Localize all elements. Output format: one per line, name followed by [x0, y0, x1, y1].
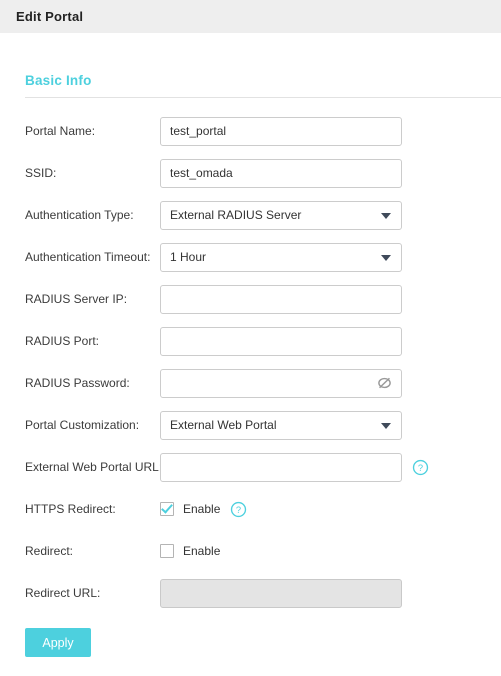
label-https-redirect: HTTPS Redirect:	[25, 502, 116, 516]
row-portal-customization: Portal Customization: External Web Porta…	[0, 404, 501, 446]
row-external-web-portal-url: External Web Portal URL: ?	[0, 446, 501, 488]
redirect-checkbox[interactable]	[160, 544, 174, 558]
radius-server-ip-input[interactable]	[160, 284, 402, 314]
row-redirect-url: Redirect URL:	[0, 572, 501, 614]
svg-text:?: ?	[236, 505, 241, 515]
label-authentication-timeout: Authentication Timeout:	[25, 250, 151, 264]
portal-customization-select[interactable]: External Web Portal	[160, 410, 402, 440]
row-radius-server-ip: RADIUS Server IP:	[0, 278, 501, 320]
portal-name-input[interactable]: test_portal	[160, 116, 402, 146]
help-icon[interactable]: ?	[230, 501, 247, 518]
row-ssid: SSID: test_omada	[0, 152, 501, 194]
dialog-title: Edit Portal	[16, 9, 84, 24]
label-redirect-url: Redirect URL:	[25, 586, 101, 600]
label-radius-server-ip: RADIUS Server IP:	[25, 292, 128, 306]
chevron-down-icon	[381, 423, 391, 429]
control-external-web-portal-url	[160, 452, 402, 482]
dialog-titlebar: Edit Portal	[0, 0, 501, 33]
authentication-type-value: External RADIUS Server	[170, 208, 302, 222]
authentication-type-select[interactable]: External RADIUS Server	[160, 200, 402, 230]
redirect-checkbox-label: Enable	[183, 544, 221, 558]
section-heading-basic-info: Basic Info	[25, 73, 92, 88]
control-portal-customization: External Web Portal	[160, 410, 402, 440]
section-divider	[25, 97, 501, 98]
portal-customization-value: External Web Portal	[170, 418, 277, 432]
https-redirect-checkbox-group: Enable ?	[160, 501, 247, 518]
control-portal-name: test_portal	[160, 116, 402, 146]
form-actions: Apply	[0, 628, 501, 657]
external-web-portal-url-input[interactable]	[160, 452, 402, 482]
control-authentication-type: External RADIUS Server	[160, 200, 402, 230]
row-portal-name: Portal Name: test_portal	[0, 110, 501, 152]
apply-button[interactable]: Apply	[25, 628, 91, 657]
radius-port-input[interactable]	[160, 326, 402, 356]
ssid-input[interactable]: test_omada	[160, 158, 402, 188]
row-redirect: Redirect: Enable	[0, 530, 501, 572]
help-icon[interactable]: ?	[412, 459, 429, 476]
label-portal-customization: Portal Customization:	[25, 418, 140, 432]
authentication-timeout-value: 1 Hour	[170, 250, 207, 264]
label-external-web-portal-url: External Web Portal URL:	[25, 460, 163, 474]
https-redirect-checkbox-label: Enable	[183, 502, 221, 516]
edit-portal-form: Basic Info Portal Name: test_portal SSID…	[0, 73, 501, 657]
control-radius-port	[160, 326, 402, 356]
control-ssid: test_omada	[160, 158, 402, 188]
row-https-redirect: HTTPS Redirect: Enable ?	[0, 488, 501, 530]
row-authentication-timeout: Authentication Timeout: 1 Hour	[0, 236, 501, 278]
label-authentication-type: Authentication Type:	[25, 208, 134, 222]
authentication-timeout-select[interactable]: 1 Hour	[160, 242, 402, 272]
label-redirect: Redirect:	[25, 544, 74, 558]
label-portal-name: Portal Name:	[25, 124, 96, 138]
row-authentication-type: Authentication Type: External RADIUS Ser…	[0, 194, 501, 236]
chevron-down-icon	[381, 255, 391, 261]
svg-text:?: ?	[418, 463, 423, 473]
control-authentication-timeout: 1 Hour	[160, 242, 402, 272]
label-ssid: SSID:	[25, 166, 57, 180]
chevron-down-icon	[381, 213, 391, 219]
https-redirect-checkbox[interactable]	[160, 502, 174, 516]
radius-password-input[interactable]	[160, 368, 402, 398]
control-redirect-url	[160, 578, 402, 608]
label-radius-port: RADIUS Port:	[25, 334, 100, 348]
label-radius-password: RADIUS Password:	[25, 376, 130, 390]
row-radius-password: RADIUS Password:	[0, 362, 501, 404]
redirect-url-input	[160, 578, 402, 608]
redirect-checkbox-group: Enable	[160, 544, 220, 558]
control-radius-password	[160, 368, 402, 398]
row-radius-port: RADIUS Port:	[0, 320, 501, 362]
form-rows: Portal Name: test_portal SSID: test_omad…	[0, 110, 501, 614]
eye-slash-icon[interactable]	[376, 375, 393, 392]
control-radius-server-ip	[160, 284, 402, 314]
